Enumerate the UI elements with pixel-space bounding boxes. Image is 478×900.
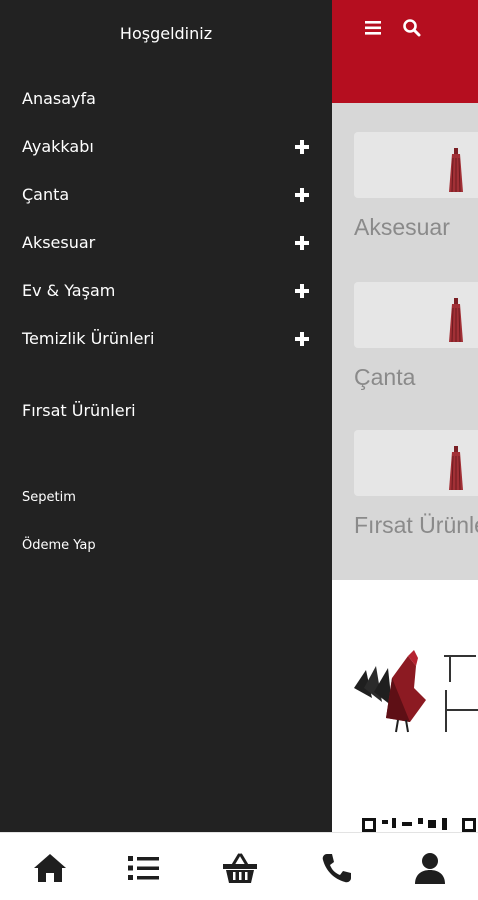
category-label: Aksesuar [354, 214, 450, 240]
menu-item-ev-yasam[interactable]: Ev & Yaşam [22, 276, 314, 306]
plus-icon[interactable] [294, 283, 310, 299]
bottom-navigation [0, 832, 478, 900]
tassel-icon [449, 298, 463, 343]
menu-item-label: Temizlik Ürünleri [22, 329, 155, 348]
drawer-title: Hoşgeldiniz [119, 24, 213, 43]
navigation-drawer: Hoşgeldiniz Anasayfa Ayakkabı Çanta Akse… [0, 0, 332, 832]
menu-item-label: Aksesuar [22, 233, 96, 252]
menu-item-label: Ev & Yaşam [22, 281, 116, 300]
search-icon[interactable] [402, 18, 422, 38]
menu-icon[interactable] [364, 18, 384, 38]
rooster-logo-icon [354, 650, 426, 733]
list-icon[interactable] [126, 851, 162, 885]
qr-code-strip [362, 818, 476, 832]
menu-item-temizlik-urunleri[interactable]: Temizlik Ürünleri [22, 324, 314, 354]
tassel-icon [449, 148, 463, 193]
brand-logo-letters [444, 655, 478, 732]
plus-icon[interactable] [294, 187, 310, 203]
menu-item-label: Ayakkabı [22, 137, 94, 156]
menu-item-label: Çanta [22, 185, 70, 204]
category-label: Çanta [354, 364, 416, 390]
category-label: Fırsat Ürünle [354, 512, 478, 538]
plus-icon[interactable] [294, 235, 310, 251]
menu-item-canta[interactable]: Çanta [22, 180, 314, 210]
menu-item-anasayfa[interactable]: Anasayfa [22, 84, 314, 114]
menu-item-odeme-yap[interactable]: Ödeme Yap [22, 536, 96, 556]
menu-item-aksesuar[interactable]: Aksesuar [22, 228, 314, 258]
basket-icon[interactable] [222, 851, 258, 885]
plus-icon[interactable] [294, 139, 310, 155]
menu-item-ayakkabi[interactable]: Ayakkabı [22, 132, 314, 162]
menu-item-firsat-urunleri[interactable]: Fırsat Ürünleri [22, 396, 314, 426]
phone-icon[interactable] [318, 851, 354, 885]
menu-item-label: Anasayfa [22, 89, 96, 108]
plus-icon[interactable] [294, 331, 310, 347]
home-icon[interactable] [32, 851, 68, 885]
user-icon[interactable] [412, 851, 448, 885]
menu-item-sepetim[interactable]: Sepetim [22, 488, 76, 508]
tassel-icon [449, 446, 463, 491]
menu-item-label: Fırsat Ürünleri [22, 401, 136, 420]
